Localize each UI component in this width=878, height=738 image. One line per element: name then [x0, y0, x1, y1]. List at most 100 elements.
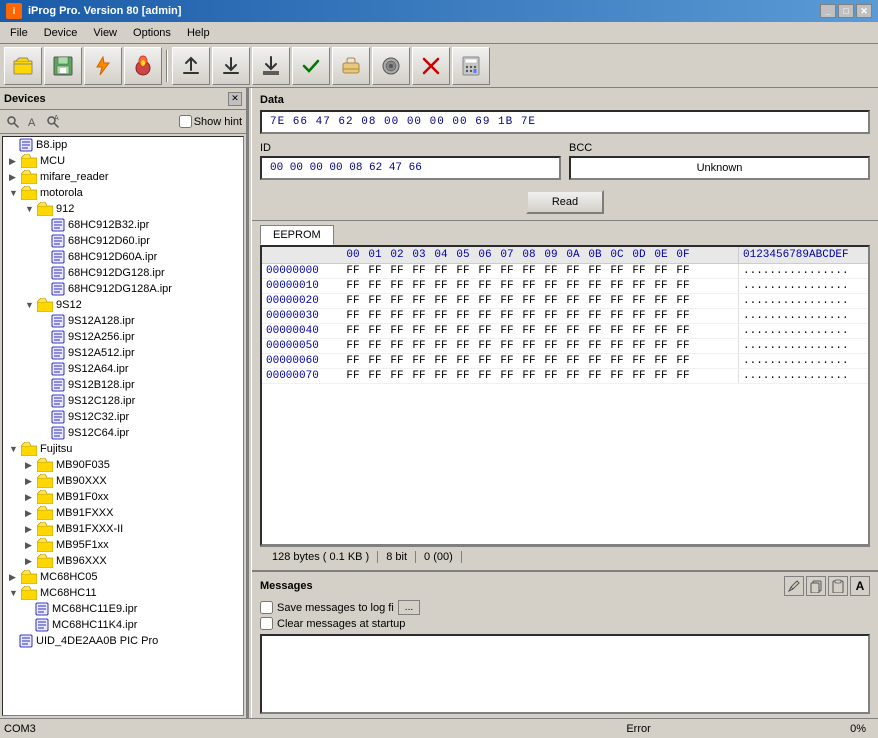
open-button[interactable] — [4, 47, 42, 85]
burn-button[interactable] — [124, 47, 162, 85]
menu-file[interactable]: File — [2, 25, 36, 41]
devices-search-button[interactable] — [4, 113, 22, 131]
erase-button[interactable] — [332, 47, 370, 85]
tab-eeprom[interactable]: EEPROM — [260, 225, 334, 245]
right-panel: Data 7E 66 47 62 08 00 00 00 00 69 1B 7E… — [252, 88, 878, 718]
eeprom-section: EEPROM 000102030405060708090A0B0C0D0E0F … — [252, 221, 878, 570]
tree-node-9s12c32[interactable]: 9S12C32.ipr — [3, 409, 243, 425]
calc-button[interactable] — [452, 47, 490, 85]
tree-node-mb91fxxx[interactable]: ▶ MB91FXXX — [3, 505, 243, 521]
tree-node-mcu[interactable]: ▶ MCU — [3, 153, 243, 169]
window-controls[interactable]: _ □ ✕ — [820, 4, 872, 18]
id-label: ID — [260, 142, 561, 154]
msg-paste-button[interactable] — [828, 576, 848, 596]
tree-node-motorola[interactable]: ▼ motorola — [3, 185, 243, 201]
com-status: COM3 — [4, 723, 427, 735]
hex-row: 00000070FFFFFFFFFFFFFFFFFFFFFFFFFFFFFFFF… — [262, 369, 868, 384]
download-button[interactable] — [212, 47, 250, 85]
show-hint-checkbox[interactable] — [179, 115, 192, 128]
bcc-box: BCC Unknown — [569, 142, 870, 180]
verify-button[interactable] — [292, 47, 330, 85]
tree-node-912[interactable]: ▼ 912 — [3, 201, 243, 217]
title-bar: i iProg Pro. Version 80 [admin] _ □ ✕ — [0, 0, 878, 22]
read-btn-row: Read — [260, 190, 870, 214]
tree-node-9s12a512[interactable]: 9S12A512.ipr — [3, 345, 243, 361]
device-tree: B8.ipp▶ MCU▶ mifare_reader▼ motorola▼ — [2, 136, 244, 716]
tree-node-mifare_reader[interactable]: ▶ mifare_reader — [3, 169, 243, 185]
tree-node-fujitsu[interactable]: ▼ Fujitsu — [3, 441, 243, 457]
messages-area — [260, 634, 870, 714]
tree-node-mc68hc11[interactable]: ▼ MC68HC11 — [3, 585, 243, 601]
tree-node-mc68hc05[interactable]: ▶ MC68HC05 — [3, 569, 243, 585]
tree-node-68hc912b32[interactable]: 68HC912B32.ipr — [3, 217, 243, 233]
msg-copy-button[interactable] — [806, 576, 826, 596]
msg-pen-button[interactable] — [784, 576, 804, 596]
hex-bytes-header: 000102030405060708090A0B0C0D0E0F — [342, 247, 738, 263]
hex-ascii-header: 0123456789ABCDEF — [738, 247, 868, 263]
tree-node-b8ipp[interactable]: B8.ipp — [3, 137, 243, 153]
app-icon: i — [6, 3, 22, 19]
tree-node-mb90f035[interactable]: ▶ MB90F035 — [3, 457, 243, 473]
download2-button[interactable] — [252, 47, 290, 85]
save-log-option[interactable]: Save messages to log fi ... — [260, 600, 870, 615]
tree-node-9s12c128[interactable]: 9S12C128.ipr — [3, 393, 243, 409]
menu-options[interactable]: Options — [125, 25, 179, 41]
tree-node-mb91fxxx_i[interactable]: ▶ MB91FXXX-II — [3, 521, 243, 537]
minimize-button[interactable]: _ — [820, 4, 836, 18]
save-button[interactable] — [44, 47, 82, 85]
hex-header: 000102030405060708090A0B0C0D0E0F 0123456… — [262, 247, 868, 264]
id-bcc-row: ID 00 00 00 00 08 62 47 66 BCC Unknown — [260, 142, 870, 180]
read-button[interactable]: Read — [526, 190, 604, 214]
tree-node-9s12a64[interactable]: 9S12A64.ipr — [3, 361, 243, 377]
tree-node-9s12c64[interactable]: 9S12C64.ipr — [3, 425, 243, 441]
save-log-checkbox[interactable] — [260, 601, 273, 614]
devices-filter-button[interactable]: A — [24, 113, 42, 131]
tree-node-uid_4de2aa0b[interactable]: UID_4DE2AA0B PIC Pro — [3, 633, 243, 649]
devices-search2-button[interactable]: A — [44, 113, 62, 131]
menu-help[interactable]: Help — [179, 25, 218, 41]
devices-close-button[interactable]: ✕ — [228, 92, 242, 106]
close-window-button[interactable]: ✕ — [856, 4, 872, 18]
data-label: Data — [260, 94, 870, 106]
devices-panel: Devices ✕ A A Show hint — [0, 88, 248, 718]
msg-font-button[interactable]: A — [850, 576, 870, 596]
hex-status-bar: 128 bytes ( 0.1 KB ) 8 bit 0 (00) — [260, 546, 870, 566]
tree-node-9s12a128[interactable]: 9S12A128.ipr — [3, 313, 243, 329]
tree-node-68hc912dg128a[interactable]: 68HC912DG128A.ipr — [3, 281, 243, 297]
menu-bar: File Device View Options Help — [0, 22, 878, 44]
tree-node-9s12a256[interactable]: 9S12A256.ipr — [3, 329, 243, 345]
maximize-button[interactable]: □ — [838, 4, 854, 18]
messages-title: Messages — [260, 580, 313, 592]
error-status: Error — [427, 723, 850, 735]
tree-node-68hc912d60a[interactable]: 68HC912D60A.ipr — [3, 249, 243, 265]
tree-node-68hc912dg128[interactable]: 68HC912DG128.ipr — [3, 265, 243, 281]
hex-rows-container: 00000000FFFFFFFFFFFFFFFFFFFFFFFFFFFFFFFF… — [262, 264, 868, 384]
tree-node-9s12b128[interactable]: 9S12B128.ipr — [3, 377, 243, 393]
hex-value-status: 0 (00) — [416, 551, 462, 563]
menu-view[interactable]: View — [85, 25, 125, 41]
menu-device[interactable]: Device — [36, 25, 86, 41]
tree-node-68hc912d60[interactable]: 68HC912D60.ipr — [3, 233, 243, 249]
tree-node-9s12[interactable]: ▼ 9S12 — [3, 297, 243, 313]
tree-node-mb90xxx[interactable]: ▶ MB90XXX — [3, 473, 243, 489]
devices-toolbar: A A Show hint — [0, 110, 246, 134]
tree-node-mc68hc11k4[interactable]: MC68HC11K4.ipr — [3, 617, 243, 633]
messages-header: Messages A — [260, 576, 870, 596]
tree-node-mb96xxx[interactable]: ▶ MB96XXX — [3, 553, 243, 569]
tree-node-mb95f1xx[interactable]: ▶ MB95F1xx — [3, 537, 243, 553]
data-hex-display: 7E 66 47 62 08 00 00 00 00 69 1B 7E — [260, 110, 870, 134]
stop-button[interactable] — [412, 47, 450, 85]
chip-button[interactable] — [372, 47, 410, 85]
tab-bar: EEPROM — [260, 225, 870, 245]
upload-button[interactable] — [172, 47, 210, 85]
hex-editor[interactable]: 000102030405060708090A0B0C0D0E0F 0123456… — [260, 245, 870, 546]
clear-startup-option[interactable]: Clear messages at startup — [260, 617, 870, 630]
flash-button[interactable] — [84, 47, 122, 85]
hex-row: 00000020FFFFFFFFFFFFFFFFFFFFFFFFFFFFFFFF… — [262, 294, 868, 309]
clear-startup-checkbox[interactable] — [260, 617, 273, 630]
show-hint-label[interactable]: Show hint — [179, 115, 242, 128]
browse-log-button[interactable]: ... — [398, 600, 420, 615]
tree-node-mb91f0xx[interactable]: ▶ MB91F0xx — [3, 489, 243, 505]
tree-node-mc68hc11e9[interactable]: MC68HC11E9.ipr — [3, 601, 243, 617]
id-hex-display: 00 00 00 00 08 62 47 66 — [260, 156, 561, 180]
